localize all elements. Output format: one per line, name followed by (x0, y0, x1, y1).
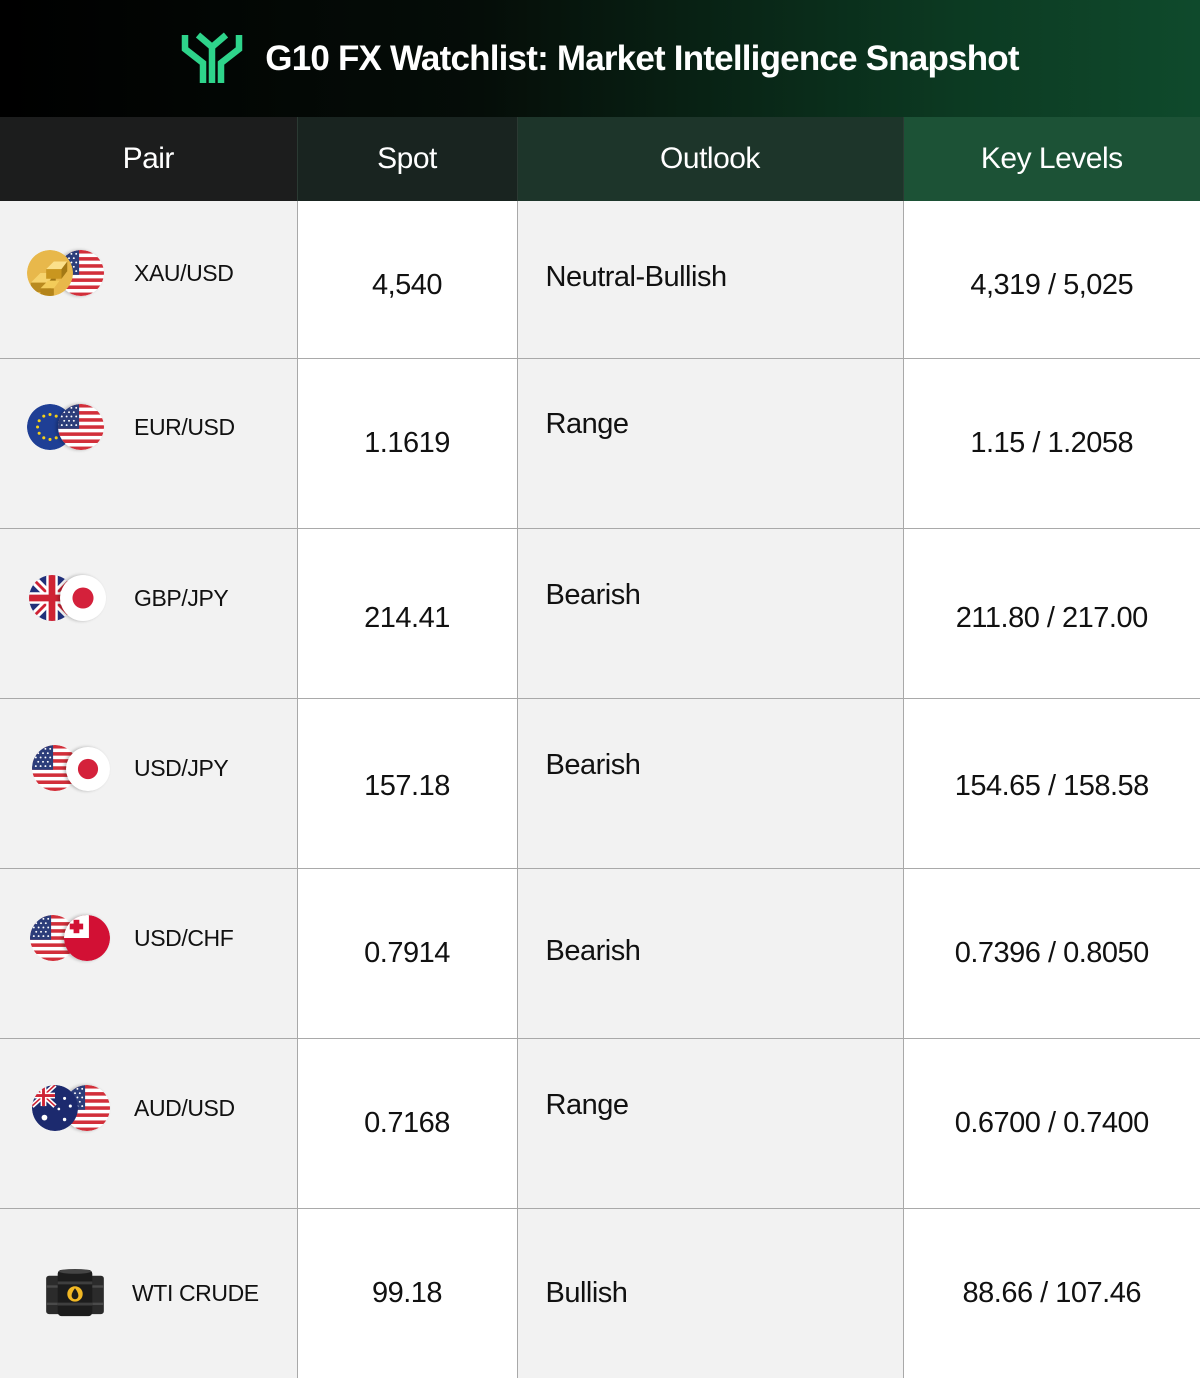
pair-cell: XAU/USD (0, 201, 298, 359)
outlook-cell: Bearish (517, 528, 904, 699)
key-levels-value: 0.6700 / 0.7400 (954, 1106, 1150, 1139)
pair-name: XAU/USD (134, 259, 234, 286)
pair-icons (26, 913, 110, 963)
us-flag-icon (58, 404, 104, 450)
key-levels-value: 211.80 / 217.00 (955, 601, 1148, 634)
table-row: USD/JPY 157.18 Bearish 154.65 / 158.58 (0, 698, 1200, 869)
pair-icons (26, 573, 110, 623)
table-header-row: Pair Spot Outlook Key Levels (0, 117, 1200, 201)
key-levels-value: 1.15 / 1.2058 (970, 426, 1134, 459)
pair-name: GBP/JPY (134, 584, 229, 611)
key-levels-value: 4,319 / 5,025 (970, 268, 1134, 301)
pair-name: EUR/USD (134, 413, 235, 440)
spot-value: 4,540 (371, 268, 443, 301)
key-levels-cell: 154.65 / 158.58 (903, 698, 1200, 869)
australia-flag-icon (32, 1085, 78, 1131)
japan-flag-icon (66, 747, 110, 791)
pair-icons (26, 1083, 110, 1133)
column-header-outlook: Outlook (516, 117, 903, 201)
spot-cell: 214.41 (297, 528, 518, 699)
pair-name: AUD/USD (134, 1094, 235, 1121)
spot-value: 0.7914 (364, 936, 450, 969)
watchlist-table: Pair Spot Outlook Key Levels XAU/USD 4,5… (0, 117, 1200, 1378)
outlook-value: Range (545, 407, 629, 440)
spot-cell: 0.7914 (297, 868, 518, 1039)
outlook-value: Range (545, 1088, 629, 1121)
outlook-value: Neutral-Bullish (545, 260, 728, 293)
outlook-cell: Bearish (517, 698, 904, 869)
column-header-spot: Spot (296, 117, 517, 201)
key-levels-cell: 88.66 / 107.46 (903, 1208, 1200, 1378)
key-levels-cell: 0.7396 / 0.8050 (903, 868, 1200, 1039)
spot-value: 214.41 (364, 601, 450, 634)
spot-value: 99.18 (371, 1276, 443, 1309)
column-header-key-levels: Key Levels (902, 117, 1200, 201)
outlook-cell: Bearish (517, 868, 904, 1039)
key-levels-value: 88.66 / 107.46 (962, 1276, 1142, 1309)
page-title: G10 FX Watchlist: Market Intelligence Sn… (265, 38, 1019, 78)
outlook-cell: Range (517, 1038, 904, 1209)
outlook-value: Bearish (545, 748, 641, 781)
pair-name: USD/CHF (134, 924, 234, 951)
pair-cell: USD/JPY (0, 698, 298, 869)
title-bar: G10 FX Watchlist: Market Intelligence Sn… (0, 0, 1200, 117)
gallery-logo-icon (182, 32, 243, 83)
key-levels-cell: 1.15 / 1.2058 (903, 358, 1200, 529)
table-row: WTI CRUDE 99.18 Bullish 88.66 / 107.46 (0, 1208, 1200, 1378)
oil-barrels-icon (44, 1268, 106, 1318)
outlook-value: Bearish (545, 934, 641, 967)
pair-name: WTI CRUDE (132, 1279, 259, 1306)
key-levels-cell: 4,319 / 5,025 (903, 201, 1200, 359)
spot-cell: 1.1619 (297, 358, 518, 529)
key-levels-cell: 0.6700 / 0.7400 (903, 1038, 1200, 1209)
pair-icons (26, 248, 110, 298)
table-row: EUR/USD 1.1619 Range 1.15 / 1.2058 (0, 358, 1200, 529)
pair-icons (26, 743, 110, 793)
spot-cell: 4,540 (297, 201, 518, 359)
outlook-cell: Bullish (517, 1208, 904, 1378)
outlook-cell: Range (517, 358, 904, 529)
key-levels-cell: 211.80 / 217.00 (903, 528, 1200, 699)
pair-cell: WTI CRUDE (0, 1208, 298, 1378)
pair-name: USD/JPY (134, 754, 229, 781)
tonga-flag-icon (64, 915, 110, 961)
pair-cell: AUD/USD (0, 1038, 298, 1209)
column-header-pair: Pair (0, 117, 297, 201)
spot-value: 1.1619 (364, 426, 450, 459)
japan-flag-icon (60, 575, 106, 621)
spot-value: 157.18 (364, 769, 450, 802)
spot-cell: 0.7168 (297, 1038, 518, 1209)
pair-cell: USD/CHF (0, 868, 298, 1039)
gold-bars-icon (27, 250, 73, 296)
pair-cell: GBP/JPY (0, 528, 298, 699)
key-levels-value: 0.7396 / 0.8050 (954, 936, 1150, 969)
key-levels-value: 154.65 / 158.58 (954, 769, 1150, 802)
outlook-value: Bearish (545, 578, 641, 611)
table-row: XAU/USD 4,540 Neutral-Bullish 4,319 / 5,… (0, 201, 1200, 359)
outlook-cell: Neutral-Bullish (517, 201, 904, 359)
pair-icons (26, 402, 110, 452)
table-row: GBP/JPY 214.41 Bearish 211.80 / 217.00 (0, 528, 1200, 699)
pair-cell: EUR/USD (0, 358, 298, 529)
spot-cell: 99.18 (297, 1208, 518, 1378)
title-group: G10 FX Watchlist: Market Intelligence Sn… (181, 31, 1020, 87)
table-row: AUD/USD 0.7168 Range 0.6700 / 0.7400 (0, 1038, 1200, 1209)
spot-cell: 157.18 (297, 698, 518, 869)
spot-value: 0.7168 (364, 1106, 450, 1139)
table-row: USD/CHF 0.7914 Bearish 0.7396 / 0.8050 (0, 868, 1200, 1039)
outlook-value: Bullish (545, 1276, 628, 1309)
